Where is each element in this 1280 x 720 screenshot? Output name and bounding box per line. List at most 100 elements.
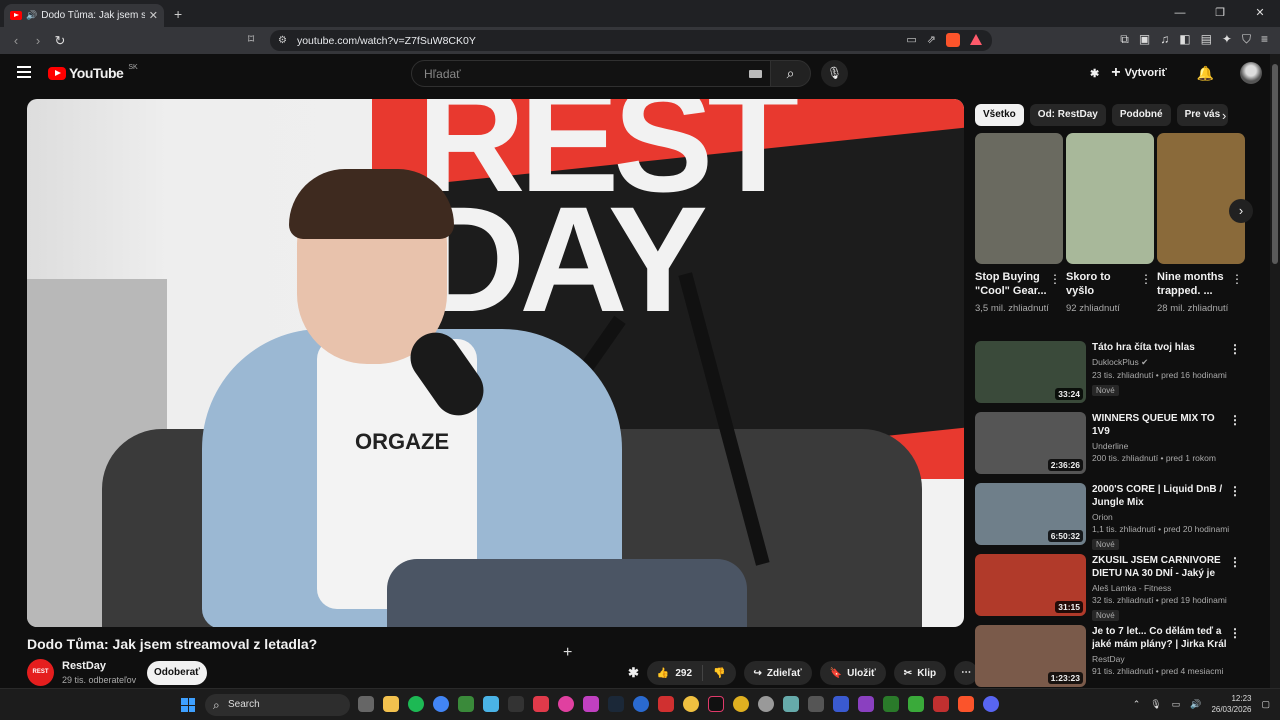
screenshot-icon[interactable]: ▣ bbox=[1139, 32, 1150, 47]
channel-name[interactable]: Underline bbox=[1092, 441, 1232, 451]
chevron-right-icon[interactable]: › bbox=[1222, 108, 1226, 123]
short-thumbnail[interactable] bbox=[1157, 133, 1245, 264]
browser-tab[interactable]: 🔊 Dodo Tůma: Jak jsem streamo ✕ bbox=[4, 4, 164, 27]
discord-icon[interactable] bbox=[683, 696, 699, 712]
hamburger-menu-icon[interactable] bbox=[17, 66, 31, 81]
cast-icon[interactable]: ▭ bbox=[906, 33, 916, 47]
premium-icon[interactable]: ✱ bbox=[1090, 67, 1099, 80]
brave-icon[interactable] bbox=[958, 696, 974, 712]
more-options-icon[interactable]: ⋮ bbox=[1229, 555, 1241, 569]
windows-start-icon[interactable] bbox=[181, 698, 195, 712]
channel-name[interactable]: RestDay bbox=[1092, 654, 1232, 664]
forward-button[interactable]: › bbox=[28, 33, 48, 49]
video-thumbnail[interactable]: 1:23:23 bbox=[975, 625, 1086, 687]
extensions-icon[interactable]: ⧉ bbox=[1120, 32, 1129, 47]
list-item[interactable]: 31:15 ZKUSIL JSEM CARNIVORE DIETU NA 30 … bbox=[975, 554, 1247, 623]
app-icon[interactable] bbox=[458, 696, 474, 712]
chip-related[interactable]: Podobné bbox=[1111, 104, 1171, 126]
brave-rewards-icon[interactable] bbox=[970, 34, 982, 45]
channel-name[interactable]: RestDay bbox=[62, 660, 106, 672]
more-options-icon[interactable]: ⋮ bbox=[1229, 413, 1241, 427]
like-button[interactable]: 👍 292 bbox=[647, 665, 704, 681]
menu-icon[interactable]: ≡ bbox=[1261, 32, 1268, 47]
more-options-icon[interactable]: ⋮ bbox=[1140, 272, 1152, 286]
chrome-icon[interactable] bbox=[433, 696, 449, 712]
more-options-icon[interactable]: ⋮ bbox=[1229, 484, 1241, 498]
app-icon[interactable] bbox=[758, 696, 774, 712]
music-icon[interactable]: ♫ bbox=[1160, 32, 1169, 47]
taskbar-search[interactable]: Search bbox=[205, 694, 350, 716]
steam-icon[interactable] bbox=[608, 696, 624, 712]
more-options-icon[interactable]: ⋮ bbox=[1229, 626, 1241, 640]
new-tab-button[interactable]: + bbox=[174, 6, 182, 22]
video-item-title[interactable]: WINNERS QUEUE MIX TO 1V9 bbox=[1092, 412, 1232, 438]
task-view-icon[interactable] bbox=[358, 696, 374, 712]
save-button[interactable]: 🔖 Uložiť bbox=[819, 661, 886, 685]
short-item[interactable]: Stop Buying "Cool" Gear... ⋮ 3,5 mil. zh… bbox=[975, 133, 1063, 315]
keyboard-icon[interactable] bbox=[749, 70, 762, 78]
network-icon[interactable]: ▭ bbox=[1172, 699, 1181, 710]
dislike-button[interactable]: 👎 bbox=[703, 668, 735, 679]
app-icon[interactable] bbox=[858, 696, 874, 712]
chip-for-you[interactable]: Pre vás bbox=[1176, 104, 1229, 126]
list-item[interactable]: 2:36:26 WINNERS QUEUE MIX TO 1V9 Underli… bbox=[975, 412, 1247, 481]
short-title[interactable]: Nine months trapped. ... bbox=[1157, 270, 1229, 300]
wallet-icon[interactable]: ▤ bbox=[1201, 32, 1212, 47]
file-explorer-icon[interactable] bbox=[383, 696, 399, 712]
video-item-title[interactable]: Je to 7 let... Co dělám teď a jaké mám p… bbox=[1092, 625, 1232, 651]
app-icon[interactable] bbox=[658, 696, 674, 712]
address-bar[interactable]: ⚙ youtube.com/watch?v=Z7fSuW8CK0Y ▭ ⇗ bbox=[270, 30, 992, 51]
chip-from-channel[interactable]: Od: RestDay bbox=[1029, 104, 1106, 126]
more-options-icon[interactable]: ⋮ bbox=[1229, 342, 1241, 356]
list-item[interactable]: 6:50:32 2000'S CORE | Liquid DnB / Jungl… bbox=[975, 483, 1247, 552]
avatar[interactable] bbox=[1240, 62, 1263, 84]
voice-search-button[interactable]: 🎙 bbox=[821, 60, 848, 87]
app-icon[interactable] bbox=[558, 696, 574, 712]
list-item[interactable]: 1:23:23 Je to 7 let... Co dělám teď a ja… bbox=[975, 625, 1247, 694]
app-icon[interactable] bbox=[908, 696, 924, 712]
short-thumbnail[interactable] bbox=[975, 133, 1063, 264]
discord-icon[interactable] bbox=[983, 696, 999, 712]
app-icon[interactable] bbox=[633, 696, 649, 712]
video-thumbnail[interactable]: 2:36:26 bbox=[975, 412, 1086, 474]
back-button[interactable]: ‹ bbox=[6, 33, 26, 49]
video-thumbnail[interactable]: 6:50:32 bbox=[975, 483, 1086, 545]
video-item-title[interactable]: Táto hra číta tvoj hlas bbox=[1092, 341, 1232, 354]
list-item[interactable]: 33:24 Táto hra číta tvoj hlas DuklockPlu… bbox=[975, 341, 1247, 410]
app-icon[interactable] bbox=[533, 696, 549, 712]
shorts-next-button[interactable]: › bbox=[1229, 199, 1253, 223]
app-icon[interactable] bbox=[783, 696, 799, 712]
channel-name[interactable]: DuklockPlus bbox=[1092, 357, 1139, 367]
notepad-icon[interactable] bbox=[483, 696, 499, 712]
video-thumbnail[interactable]: 33:24 bbox=[975, 341, 1086, 403]
site-info-icon[interactable]: ⚙ bbox=[278, 35, 287, 46]
vpn-icon[interactable]: ⛉ bbox=[1242, 32, 1251, 47]
restore-button[interactable]: ❐ bbox=[1200, 0, 1240, 27]
search-button[interactable]: ⌕ bbox=[770, 60, 811, 87]
microphone-icon[interactable]: 🎙 bbox=[1150, 699, 1161, 710]
video-thumbnail[interactable]: 31:15 bbox=[975, 554, 1086, 616]
short-title[interactable]: Skoro to vyšlo bbox=[1066, 270, 1138, 300]
channel-name[interactable]: Orion bbox=[1092, 512, 1232, 522]
app-icon[interactable] bbox=[883, 696, 899, 712]
app-icon[interactable] bbox=[583, 696, 599, 712]
search-input[interactable]: Hľadať bbox=[411, 60, 771, 87]
short-item[interactable]: Nine months trapped. ... ⋮ 28 mil. zhlia… bbox=[1157, 133, 1245, 315]
volume-icon[interactable]: 🔊 bbox=[1190, 699, 1201, 710]
channel-avatar[interactable]: REST DAY bbox=[27, 659, 54, 702]
video-item-title[interactable]: 2000'S CORE | Liquid DnB / Jungle Mix bbox=[1092, 483, 1232, 509]
leo-icon[interactable]: ✦ bbox=[1222, 32, 1232, 47]
brave-shields-icon[interactable] bbox=[946, 33, 960, 47]
more-options-icon[interactable]: ⋮ bbox=[1049, 272, 1061, 286]
more-options-icon[interactable]: ⋮ bbox=[1231, 272, 1243, 286]
video-item-title[interactable]: ZKUSIL JSEM CARNIVORE DIETU NA 30 DNÍ - … bbox=[1092, 554, 1232, 580]
share-button[interactable]: ↪ Zdieľať bbox=[743, 661, 812, 685]
channel-name[interactable]: Aleš Lamka - Fitness bbox=[1092, 583, 1232, 593]
sidebar-icon[interactable]: ◧ bbox=[1179, 32, 1190, 47]
close-tab-icon[interactable]: ✕ bbox=[149, 9, 158, 22]
bookmark-icon[interactable]: ⌑ bbox=[248, 32, 254, 46]
minimize-button[interactable]: — bbox=[1160, 0, 1200, 27]
short-item[interactable]: Skoro to vyšlo ⋮ 92 zhliadnutí bbox=[1066, 133, 1154, 315]
app-icon[interactable] bbox=[808, 696, 824, 712]
premium-icon[interactable]: ✱ bbox=[628, 665, 639, 681]
